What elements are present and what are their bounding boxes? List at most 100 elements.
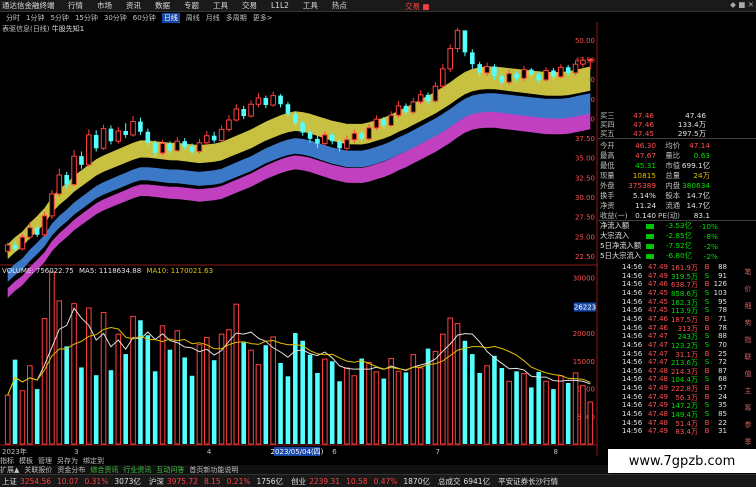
tick-time: 14:56 bbox=[622, 401, 643, 410]
period-multi[interactable]: 多周期 bbox=[226, 13, 247, 23]
side-tab[interactable]: 筹 bbox=[740, 403, 756, 413]
tab-qa[interactable]: 互动问答 bbox=[156, 465, 184, 475]
period-more[interactable]: 更多> bbox=[253, 13, 273, 23]
tab-industry-news[interactable]: 行业资讯 bbox=[123, 465, 151, 475]
stat-label: 外盘 bbox=[600, 181, 615, 190]
window-controls[interactable]: ◆ ■ ✕ bbox=[730, 0, 754, 9]
ask-row[interactable]: 买五 47.45 297.5万 bbox=[600, 129, 706, 138]
date-axis-month: 6 bbox=[332, 448, 337, 456]
tick-side: B bbox=[704, 314, 710, 323]
stat-value: 10815 bbox=[632, 171, 656, 180]
tick-row[interactable]: 14:56 47.46 313万 B 78 bbox=[622, 324, 727, 333]
stat-value: 46.30 bbox=[635, 141, 656, 150]
candle-body bbox=[233, 108, 240, 121]
menu-item-quotes[interactable]: 行情 bbox=[68, 0, 83, 11]
tick-row[interactable]: 14:56 47.47 123.2万 S 70 bbox=[622, 341, 727, 350]
tick-price: 47.49 bbox=[647, 392, 668, 401]
volume-bar bbox=[521, 373, 527, 445]
side-tab[interactable]: 价 bbox=[740, 284, 756, 294]
candle-body bbox=[447, 47, 453, 70]
side-tab[interactable]: 联 bbox=[740, 352, 756, 362]
tick-row[interactable]: 14:56 47.48 104.4万 S 68 bbox=[622, 375, 727, 384]
tick-side: B bbox=[704, 392, 710, 401]
period-60min[interactable]: 60分钟 bbox=[133, 13, 156, 23]
tab-general-news[interactable]: 综合资讯 bbox=[90, 465, 118, 475]
tick-row[interactable]: 14:56 47.47 213.6万 S 72 bbox=[622, 358, 727, 367]
ask-row[interactable]: 买四 47.46 133.4万 bbox=[600, 120, 706, 129]
menu-item-tools[interactable]: 工具 bbox=[213, 0, 228, 11]
volume-bar bbox=[477, 372, 482, 444]
stat-value: 45.31 bbox=[635, 161, 656, 170]
period-15min[interactable]: 15分钟 bbox=[75, 13, 98, 23]
side-tab[interactable]: 细 bbox=[740, 301, 756, 311]
index-sh-label[interactable]: 上证 bbox=[2, 476, 17, 487]
ask-price: 47.46 bbox=[633, 120, 654, 129]
menu-item-trade[interactable]: 交易 bbox=[242, 0, 257, 11]
tick-price: 47.47 bbox=[647, 349, 668, 358]
side-tab[interactable]: 参 bbox=[740, 420, 756, 430]
tick-row[interactable]: 14:56 47.45 162.3万 S 95 bbox=[622, 298, 727, 307]
tick-row[interactable]: 14:56 47.48 51.4万 B 22 bbox=[622, 419, 727, 428]
stat-label: 现量 bbox=[600, 171, 615, 180]
tick-row[interactable]: 14:56 47.49 83.4万 B 31 bbox=[622, 427, 727, 436]
tick-row[interactable]: 14:56 47.47 243万 S 88 bbox=[622, 332, 727, 341]
candle-body bbox=[248, 103, 254, 117]
side-tab[interactable]: 笔 bbox=[740, 267, 756, 277]
tick-row[interactable]: 14:56 47.45 858.6万 S 103 bbox=[622, 289, 727, 298]
tick-row[interactable]: 14:56 47.49 222.8万 B 57 bbox=[622, 384, 727, 393]
volume-bar bbox=[337, 381, 342, 444]
volume-bar bbox=[19, 390, 26, 445]
tab-expand[interactable]: 扩展▲ bbox=[0, 465, 19, 475]
menu-item-topics[interactable]: 专题 bbox=[184, 0, 199, 11]
side-tab[interactable]: 季 bbox=[740, 437, 756, 447]
side-tab[interactable]: 值 bbox=[740, 369, 756, 379]
period-intraday[interactable]: 分时 bbox=[6, 13, 20, 23]
volume-bar bbox=[56, 300, 63, 445]
ask-label: 买三 bbox=[600, 111, 615, 120]
candle-body bbox=[152, 142, 158, 154]
candle-body bbox=[366, 127, 372, 140]
menu-item-market[interactable]: 市场 bbox=[97, 0, 112, 11]
period-daily[interactable]: 日线 bbox=[161, 12, 180, 23]
index-hs-label[interactable]: 沪深 bbox=[149, 476, 164, 487]
menu-item-hot[interactable]: 热点 bbox=[332, 0, 347, 11]
menu-item-l1l2[interactable]: L1L2 bbox=[271, 1, 289, 10]
volume-bar bbox=[108, 370, 114, 444]
tick-list[interactable]: 14:56 47.49 161.9万 B 88 14:56 47.49 319.… bbox=[622, 263, 738, 438]
menu-item-news[interactable]: 资讯 bbox=[126, 0, 141, 11]
index-hs-amount: 1756亿 bbox=[256, 476, 284, 486]
period-30min[interactable]: 30分钟 bbox=[104, 13, 127, 23]
index-cy-label[interactable]: 创业 bbox=[291, 476, 306, 487]
side-tab[interactable]: 指 bbox=[740, 335, 756, 345]
tick-count: 88 bbox=[718, 332, 727, 341]
menu-item-data[interactable]: 数据 bbox=[155, 0, 170, 11]
tick-side: B bbox=[704, 427, 710, 436]
broker-name[interactable]: 平安证券长沙行情 bbox=[498, 476, 558, 487]
tick-row[interactable]: 14:56 47.45 113.9万 S 78 bbox=[622, 306, 727, 315]
tick-row[interactable]: 14:56 47.49 147.2万 S 35 bbox=[622, 401, 727, 410]
side-tab[interactable]: 主 bbox=[740, 386, 756, 396]
tab-related-quotes[interactable]: 关联报价 bbox=[24, 465, 52, 475]
tab-new-features[interactable]: 首页新功能说明 bbox=[189, 465, 238, 475]
period-5min[interactable]: 5分钟 bbox=[50, 13, 68, 23]
tab-fund-distribution[interactable]: 资金分布 bbox=[57, 465, 85, 475]
trade-button[interactable]: 交易 ■ bbox=[405, 1, 429, 12]
tick-time: 14:56 bbox=[622, 332, 643, 341]
kline-chart[interactable]: 50.0047.5045.0042.5040.0037.5035.0032.50… bbox=[0, 22, 598, 456]
tick-row[interactable]: 14:56 47.49 319.5万 S 91 bbox=[622, 272, 727, 281]
menu-item-tools-2[interactable]: 工具 bbox=[303, 0, 318, 11]
tick-time: 14:56 bbox=[622, 271, 643, 280]
side-tab[interactable]: 势 bbox=[740, 318, 756, 328]
tick-row[interactable]: 14:56 47.49 56.3万 B 24 bbox=[622, 393, 727, 402]
period-1min[interactable]: 1分钟 bbox=[26, 13, 44, 23]
ask-label: 买五 bbox=[600, 129, 615, 138]
tick-row[interactable]: 14:56 47.46 187.5万 B 71 bbox=[622, 315, 727, 324]
tick-row[interactable]: 14:56 47.48 214.3万 B 87 bbox=[622, 367, 727, 376]
tick-row[interactable]: 14:56 47.48 149.4万 S 85 bbox=[622, 410, 727, 419]
tick-row[interactable]: 14:56 47.47 31.1万 B 25 bbox=[622, 350, 727, 359]
ask-row[interactable]: 买三 47.46 47.46 bbox=[600, 111, 706, 120]
tick-row[interactable]: 14:56 47.49 161.9万 B 88 bbox=[622, 263, 727, 272]
period-weekly[interactable]: 周线 bbox=[186, 13, 200, 23]
period-monthly[interactable]: 月线 bbox=[206, 13, 220, 23]
tick-row[interactable]: 14:56 47.46 638.7万 B 126 bbox=[622, 280, 727, 289]
